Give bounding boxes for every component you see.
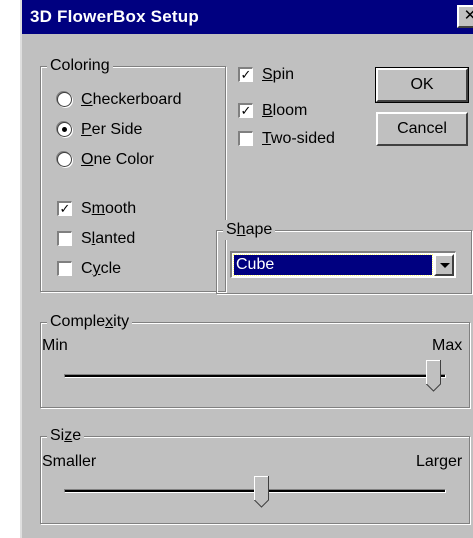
radio-dot <box>62 127 67 132</box>
check-slanted-label: Slanted <box>81 230 136 247</box>
cancel-button[interactable]: Cancel <box>376 112 468 146</box>
size-max-label: Larger <box>416 453 463 470</box>
shape-dropdown-value: Cube <box>233 254 433 276</box>
check-smooth-label: Smooth <box>81 200 137 217</box>
complexity-min-label: Min <box>42 337 68 354</box>
size-min-label: Smaller <box>42 453 97 470</box>
check-cycle-label: Cycle <box>81 260 122 277</box>
radio-one-color-indicator[interactable] <box>57 152 72 167</box>
chevron-down-icon <box>440 263 450 268</box>
checkbox-bloom[interactable]: ✓ <box>238 103 253 118</box>
radio-per-side-label: Per Side <box>81 121 143 138</box>
checkbox-smooth[interactable]: ✓ <box>57 201 72 216</box>
coloring-group: Coloring Checkerboard Per Side One Color… <box>40 56 226 292</box>
complexity-legend: Complexity <box>47 312 133 332</box>
shape-dropdown[interactable]: Cube <box>230 251 456 278</box>
checkbox-cycle[interactable] <box>57 261 72 276</box>
close-icon[interactable]: ✕ <box>457 5 473 28</box>
checkbox-slanted[interactable] <box>57 231 72 246</box>
shape-legend: Shape <box>223 220 276 240</box>
complexity-slider-track[interactable] <box>64 374 446 378</box>
title-bar[interactable]: 3D FlowerBox Setup ✕ <box>22 0 473 34</box>
checkbox-spin[interactable]: ✓ <box>238 67 253 82</box>
radio-checkerboard-indicator[interactable] <box>57 92 72 107</box>
coloring-legend: Coloring <box>47 56 113 76</box>
setup-dialog: 3D FlowerBox Setup ✕ Coloring Checkerboa… <box>20 0 473 538</box>
check-two-sided-label: Two-sided <box>262 130 335 147</box>
complexity-max-label: Max <box>432 337 463 354</box>
dropdown-button[interactable] <box>434 254 454 276</box>
size-legend: Size <box>47 426 85 446</box>
shape-group: Shape Cube <box>216 220 472 294</box>
radio-one-color-label: One Color <box>81 151 154 168</box>
check-bloom-label: Bloom <box>262 102 308 119</box>
check-spin-label: Spin <box>262 66 295 83</box>
complexity-group: Complexity <box>40 312 470 408</box>
radio-checkerboard-label: Checkerboard <box>81 91 182 108</box>
radio-per-side-indicator[interactable] <box>57 122 72 137</box>
checkbox-two-sided[interactable] <box>238 131 253 146</box>
ok-button[interactable]: OK <box>375 67 469 103</box>
window-title: 3D FlowerBox Setup <box>30 7 199 26</box>
